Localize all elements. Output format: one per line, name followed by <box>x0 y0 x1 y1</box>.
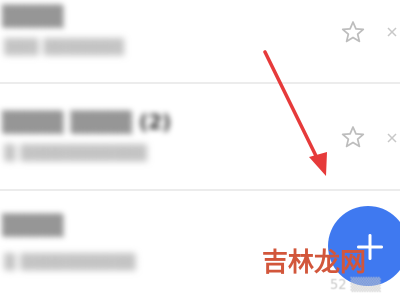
more-icon[interactable] <box>384 24 400 40</box>
list-item-subtitle: ▒▒▒ ▒▒▒▒▒▒▒ <box>4 38 125 56</box>
list-item-subtitle: ▒ ▒▒▒▒▒▒▒▒▒▒▒ <box>4 144 148 162</box>
site-watermark: 吉林龙网 <box>262 248 367 278</box>
more-icon[interactable] <box>384 130 400 146</box>
star-icon[interactable] <box>340 19 366 45</box>
list-item[interactable]: ▒▒▒▒ ▒▒▒▒ (2) ▒ ▒▒▒▒▒▒▒▒▒▒▒ <box>0 84 400 189</box>
list-item[interactable]: ▒▒▒▒ ▒▒▒ ▒▒▒▒▒▒▒ <box>0 0 400 82</box>
notes-list-screen: ▒▒▒▒ ▒▒▒ ▒▒▒▒▒▒▒ ▒▒▒▒ ▒▒▒▒ (2) ▒ ▒▒▒▒▒▒▒… <box>0 0 400 300</box>
star-icon[interactable] <box>340 124 366 150</box>
list-item-subtitle: ▒ ▒▒▒▒▒▒▒▒▒▒ <box>4 253 136 271</box>
list-item-title: ▒▒▒▒ <box>2 4 64 28</box>
site-watermark-sub: 52 ▒▒▒ <box>330 278 381 293</box>
list-item-title: ▒▒▒▒ ▒▒▒▒ (2) <box>2 110 172 134</box>
list-item-title: ▒▒▒▒ <box>2 213 64 237</box>
